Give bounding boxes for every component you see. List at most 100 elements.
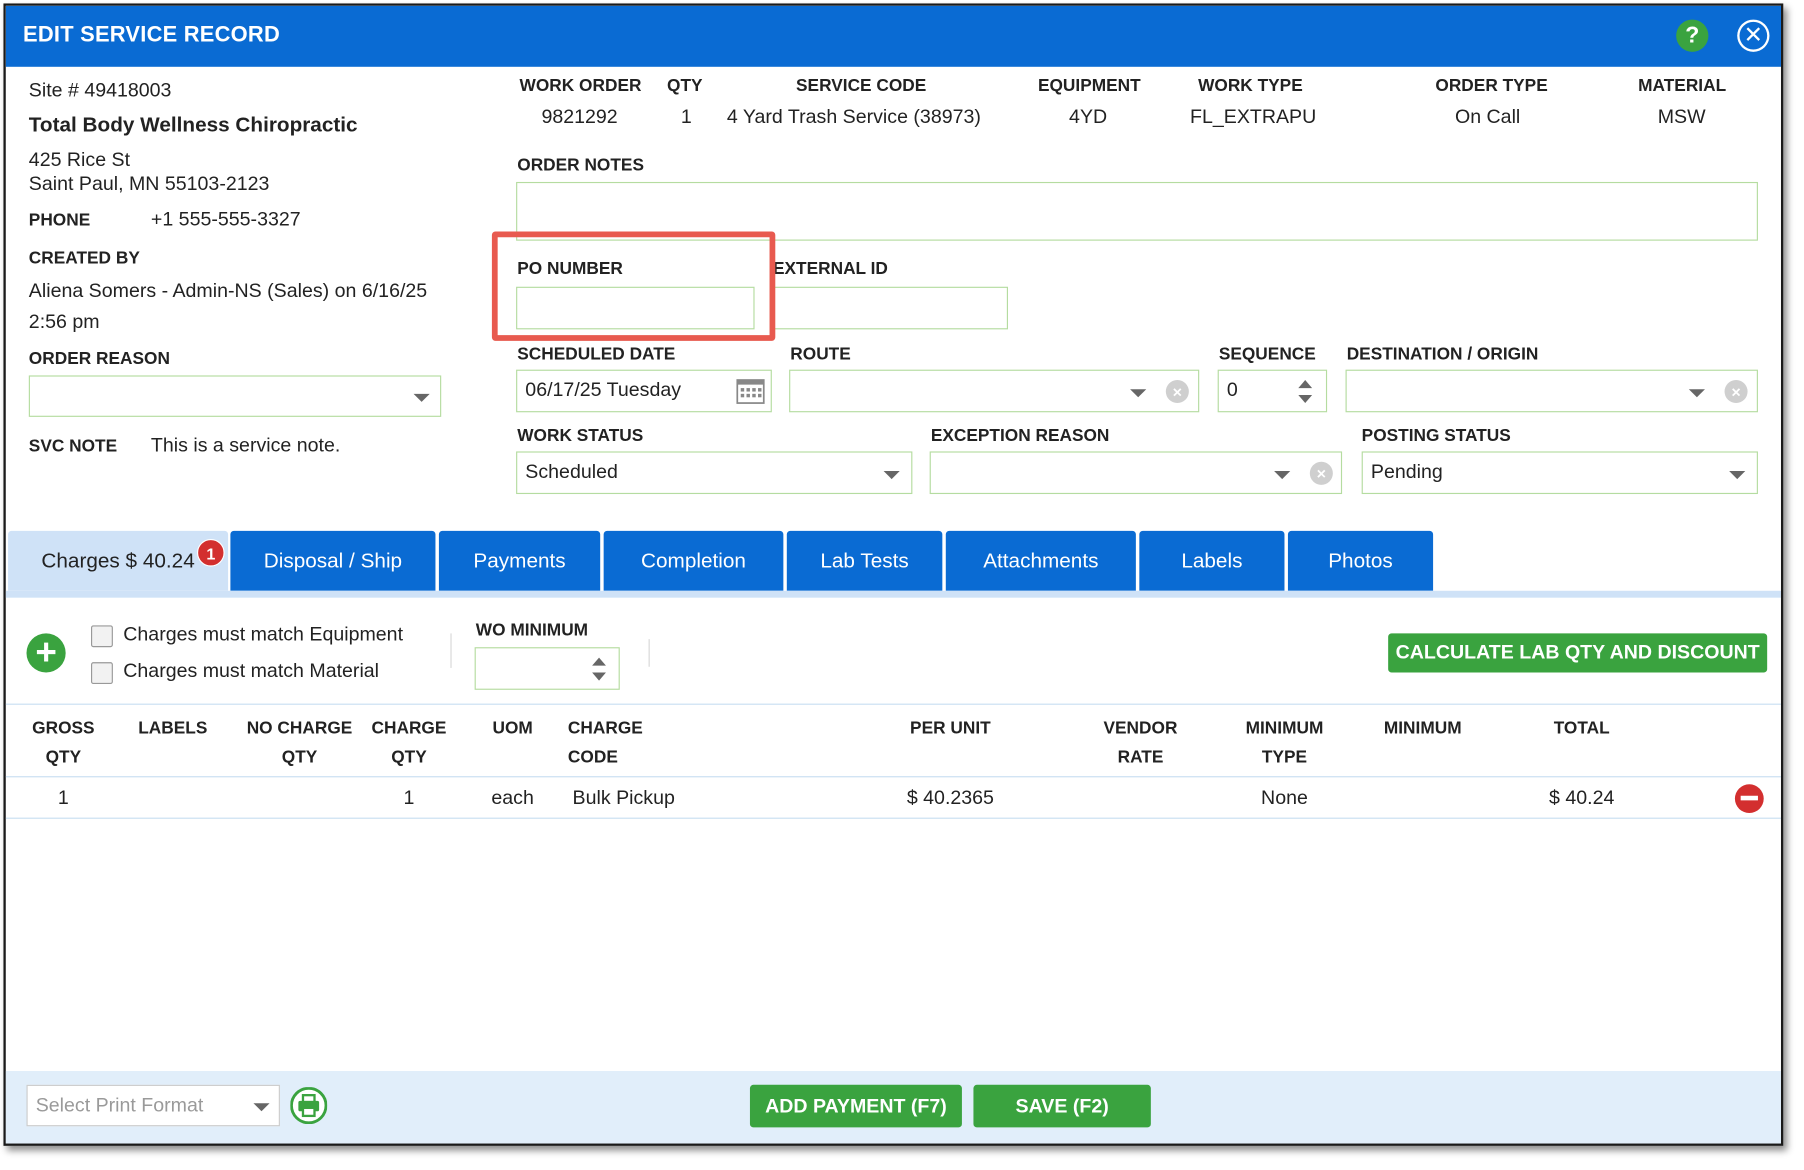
address-line2: Saint Paul, MN 55103-2123 (28, 172, 270, 195)
clear-icon[interactable]: × (1309, 461, 1333, 485)
match-equipment-label: Charges must match Equipment (123, 623, 404, 645)
divider (648, 639, 650, 667)
col-charge-code: CHARGE CODE (568, 714, 697, 772)
cell-uom: each (491, 786, 534, 809)
decrement-icon[interactable] (592, 672, 606, 681)
col-line: TOTAL (1553, 718, 1610, 739)
po-number-highlight (491, 231, 776, 341)
col-line: PER UNIT (910, 718, 991, 739)
tab-charges-label: Charges $ 40.24 (41, 548, 195, 572)
col-line: LABELS (138, 718, 208, 739)
tab-label: Photos (1328, 548, 1393, 572)
col-minimum: MINIMUM (1365, 714, 1480, 743)
printer-icon[interactable] (290, 1087, 328, 1124)
scheduled-date-input[interactable]: 06/17/25 Tuesday (516, 369, 772, 413)
order-reason-select[interactable] (28, 375, 442, 417)
svc-note-value: This is a service note. (150, 434, 341, 457)
sequence-stepper[interactable]: 0 (1217, 369, 1328, 413)
phone-label: PHONE (28, 210, 91, 231)
col-line: GROSS (32, 718, 95, 739)
add-payment-button[interactable]: ADD PAYMENT (F7) (749, 1084, 962, 1128)
order-notes-label: ORDER NOTES (517, 155, 644, 176)
remove-row-icon[interactable] (1734, 784, 1764, 814)
work-status-select[interactable]: Scheduled (516, 451, 913, 495)
tab-lab-tests[interactable]: Lab Tests (786, 530, 943, 591)
tab-disposal-ship[interactable]: Disposal / Ship (230, 530, 436, 591)
match-material-label: Charges must match Material (123, 659, 380, 682)
col-line: UOM (492, 718, 533, 739)
route-select[interactable]: × (789, 369, 1200, 413)
tab-label: Disposal / Ship (263, 548, 403, 572)
order-reason-label: ORDER REASON (28, 348, 170, 369)
tab-label: Completion (641, 548, 746, 572)
posting-status-label: POSTING STATUS (1361, 426, 1511, 446)
order-type-label: ORDER TYPE (1435, 76, 1548, 96)
chevron-down-icon (1729, 471, 1746, 480)
increment-icon[interactable] (592, 657, 606, 666)
col-gross-qty: GROSS QTY (23, 714, 104, 772)
decrement-icon[interactable] (1298, 394, 1313, 404)
address-line1: 425 Rice St (28, 148, 131, 171)
created-by-label: CREATED BY (28, 248, 140, 269)
col-labels: LABELS (127, 714, 219, 743)
site-name: Total Body Wellness Chiropractic (28, 112, 358, 136)
chevron-down-icon (1688, 389, 1705, 398)
cell-gross-qty: 1 (57, 786, 69, 809)
col-per-unit: PER UNIT (893, 714, 1008, 743)
sequence-label: SEQUENCE (1218, 344, 1316, 364)
chevron-down-icon (883, 471, 900, 480)
add-charge-icon[interactable]: + (26, 633, 66, 673)
tab-charges[interactable]: Charges $ 40.24 (8, 530, 229, 591)
match-equipment-checkbox[interactable] (91, 625, 113, 648)
col-line: TYPE (1261, 747, 1308, 767)
service-code-label: SERVICE CODE (796, 76, 927, 96)
exception-reason-select[interactable]: × (929, 451, 1343, 495)
cell-per-unit: $ 40.2365 (906, 786, 994, 809)
print-format-placeholder: Select Print Format (35, 1094, 204, 1116)
col-charge-qty: CHARGE QTY (363, 714, 455, 772)
wo-minimum-stepper[interactable] (474, 647, 620, 690)
col-line: QTY (391, 747, 427, 767)
col-line: MINIMUM (1383, 718, 1462, 739)
external-id-input[interactable] (771, 286, 1008, 330)
order-type-value: On Call (1454, 105, 1521, 128)
work-status-value: Scheduled (525, 460, 618, 483)
chevron-down-icon (1274, 471, 1291, 480)
site-number: Site # 49418003 (28, 79, 172, 102)
divider (450, 633, 452, 668)
print-format-select[interactable]: Select Print Format (26, 1084, 280, 1127)
route-label: ROUTE (790, 344, 851, 364)
tab-photos[interactable]: Photos (1287, 530, 1434, 591)
cell-total: $ 40.24 (1549, 786, 1615, 809)
qty-value: 1 (680, 105, 692, 128)
match-material-checkbox[interactable] (91, 662, 113, 685)
tab-attachments[interactable]: Attachments (945, 530, 1136, 591)
clear-icon[interactable]: × (1724, 380, 1748, 404)
cell-minimum-type: None (1261, 786, 1308, 809)
close-icon[interactable]: ✕ (1737, 19, 1770, 52)
destination-origin-select[interactable]: × (1345, 369, 1758, 413)
posting-status-select[interactable]: Pending (1361, 451, 1758, 495)
created-by-line1: Aliena Somers - Admin-NS (Sales) on 6/16… (28, 279, 428, 302)
tab-label: Lab Tests (820, 548, 909, 572)
close-glyph: ✕ (1739, 21, 1768, 50)
calculate-lab-qty-button[interactable]: CALCULATE LAB QTY AND DISCOUNT (1388, 633, 1768, 673)
scheduled-date-value: 06/17/25 Tuesday (525, 378, 682, 401)
tab-payments[interactable]: Payments (438, 530, 601, 591)
work-status-label: WORK STATUS (517, 426, 644, 446)
tab-label: Attachments (983, 548, 1099, 572)
svc-note-label: SVC NOTE (28, 436, 118, 457)
col-minimum-type: MINIMUM TYPE (1227, 714, 1342, 772)
increment-icon[interactable] (1298, 380, 1313, 389)
col-line: MINIMUM (1245, 718, 1324, 739)
help-icon[interactable]: ? (1676, 19, 1709, 52)
cell-charge-code: Bulk Pickup (572, 786, 675, 809)
save-button[interactable]: SAVE (F2) (973, 1084, 1151, 1128)
charges-count-badge: 1 (196, 538, 225, 567)
tab-labels[interactable]: Labels (1139, 530, 1285, 591)
tab-completion[interactable]: Completion (603, 530, 784, 591)
tab-label: Labels (1181, 548, 1243, 572)
tab-label: Payments (473, 548, 566, 572)
calendar-icon[interactable] (736, 379, 765, 404)
clear-icon[interactable]: × (1165, 380, 1189, 404)
